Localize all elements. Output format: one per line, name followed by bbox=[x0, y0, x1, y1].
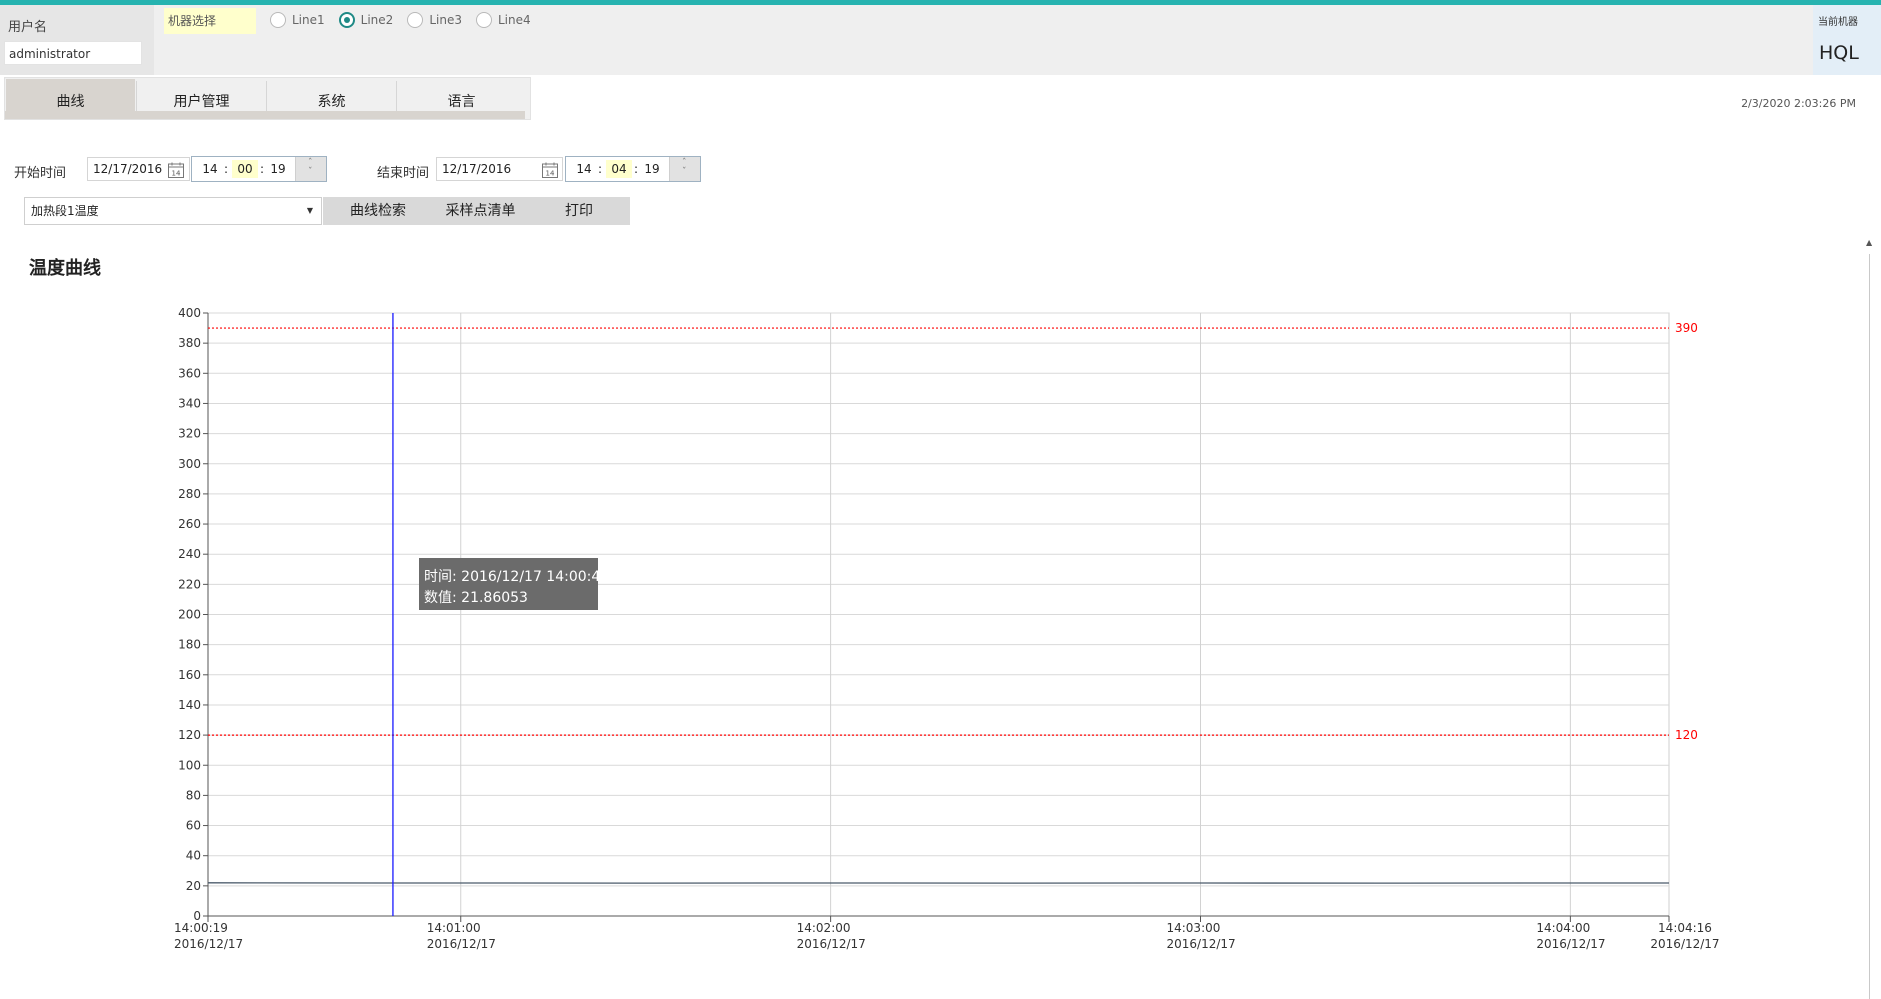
x-tick-label: 14:04:16 bbox=[1658, 921, 1712, 935]
scroll-up-icon[interactable]: ▲ bbox=[1866, 238, 1872, 247]
scroll-track[interactable] bbox=[1869, 254, 1870, 999]
y-tick-label: 220 bbox=[178, 577, 201, 591]
y-tick-label: 240 bbox=[178, 547, 201, 561]
x-tick-date: 2016/12/17 bbox=[1650, 937, 1719, 951]
y-tick-label: 340 bbox=[178, 396, 201, 410]
temperature-chart[interactable]: 0204060801001201401601802002202402602803… bbox=[0, 0, 1881, 999]
y-tick-label: 260 bbox=[178, 517, 201, 531]
x-tick-label: 14:02:00 bbox=[797, 921, 851, 935]
limit-label: 120 bbox=[1675, 728, 1698, 742]
vertical-scrollbar[interactable]: ▲ bbox=[1866, 238, 1874, 999]
x-tick-label: 14:00:19 bbox=[174, 921, 228, 935]
y-tick-label: 120 bbox=[178, 728, 201, 742]
y-tick-label: 280 bbox=[178, 487, 201, 501]
y-tick-label: 100 bbox=[178, 758, 201, 772]
y-tick-label: 80 bbox=[186, 788, 201, 802]
x-tick-date: 2016/12/17 bbox=[1536, 937, 1605, 951]
x-tick-date: 2016/12/17 bbox=[1166, 937, 1235, 951]
chart-grid bbox=[207, 312, 1670, 917]
x-tick-label: 14:01:00 bbox=[427, 921, 481, 935]
x-tick-date: 2016/12/17 bbox=[174, 937, 243, 951]
x-tick-label: 14:03:00 bbox=[1166, 921, 1220, 935]
y-tick-label: 300 bbox=[178, 457, 201, 471]
y-tick-label: 20 bbox=[186, 879, 201, 893]
x-tick-date: 2016/12/17 bbox=[797, 937, 866, 951]
y-tick-label: 360 bbox=[178, 366, 201, 380]
x-tick-label: 14:04:00 bbox=[1536, 921, 1590, 935]
x-tick-date: 2016/12/17 bbox=[427, 937, 496, 951]
y-tick-label: 40 bbox=[186, 849, 201, 863]
tooltip-value: 数值: 21.86053 bbox=[424, 590, 528, 606]
y-tick-label: 380 bbox=[178, 336, 201, 350]
y-tick-label: 60 bbox=[186, 819, 201, 833]
tooltip-time: 时间: 2016/12/17 14:00:49 bbox=[424, 569, 609, 585]
y-tick-label: 400 bbox=[178, 306, 201, 320]
y-tick-label: 140 bbox=[178, 698, 201, 712]
limit-label: 390 bbox=[1675, 321, 1698, 335]
y-tick-label: 160 bbox=[178, 668, 201, 682]
y-tick-label: 320 bbox=[178, 427, 201, 441]
y-tick-label: 180 bbox=[178, 638, 201, 652]
y-tick-label: 200 bbox=[178, 608, 201, 622]
